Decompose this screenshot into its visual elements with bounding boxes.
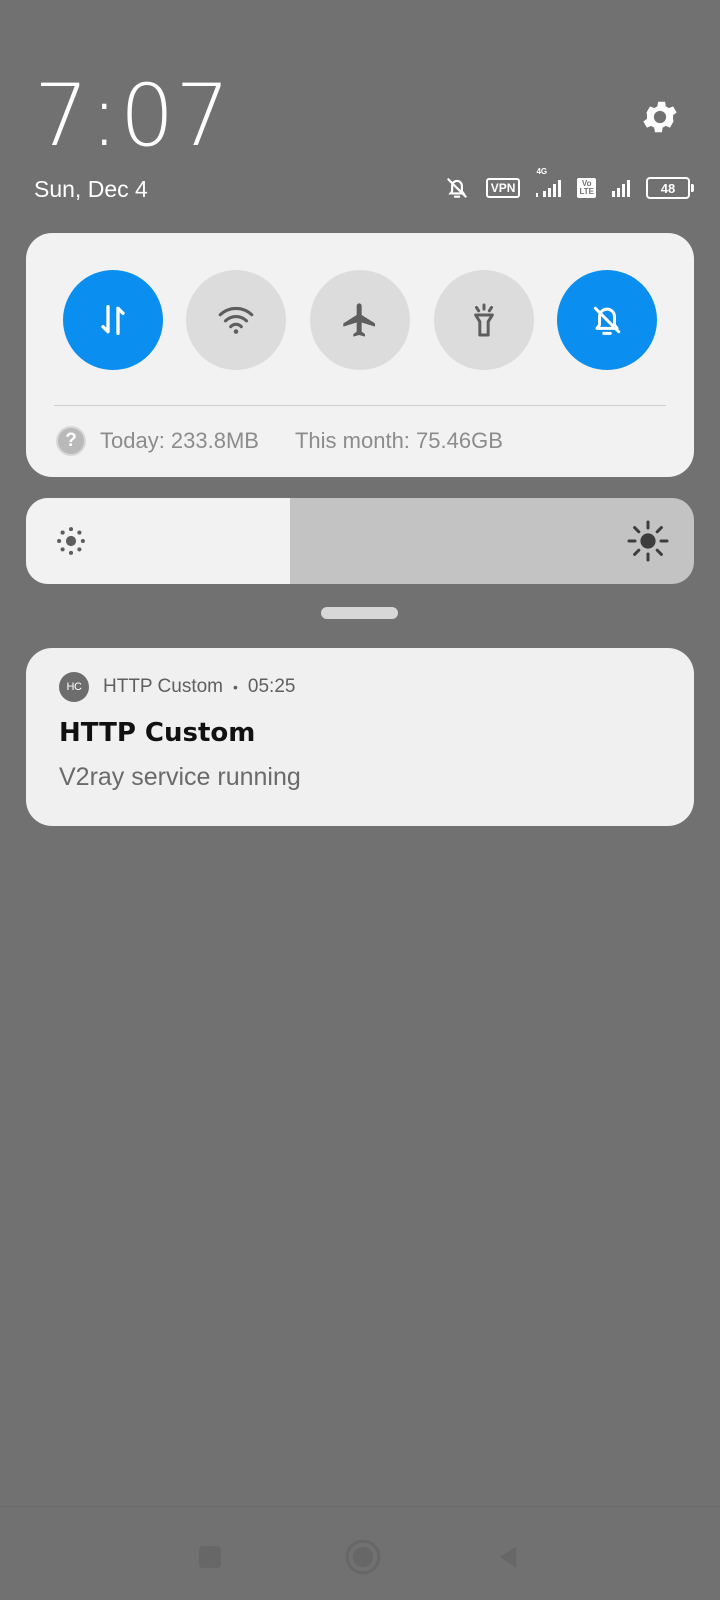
back-triangle-icon [499,1546,517,1568]
clock-date[interactable]: Sun, Dec 4 [34,176,148,203]
notification-card[interactable]: HC HTTP Custom • 05:25 HTTP Custom V2ray… [26,648,694,826]
battery-icon: 48 [646,177,694,199]
tile-silent-mode[interactable] [557,270,657,370]
notification-text: V2ray service running [59,763,301,791]
signal-icon [612,179,630,197]
data-usage-row[interactable]: ? Today: 233.8MB This month: 75.46GB [56,424,503,458]
tile-mobile-data[interactable] [63,270,163,370]
shade-drag-handle[interactable] [321,607,398,619]
volte-icon: Vo LTE [577,178,596,198]
airplane-icon [343,303,375,337]
back-button[interactable] [484,1533,532,1581]
bell-off-icon [447,178,467,198]
circle-icon [345,1539,381,1575]
usage-today: Today: 233.8MB [100,428,259,453]
signal-4g-icon: 4G [536,167,562,197]
brightness-high-icon [627,520,669,562]
vpn-icon: VPN [485,178,521,198]
tile-airplane-mode[interactable] [310,270,410,370]
notification-title: HTTP Custom [59,718,256,748]
quick-settings-panel: ? Today: 233.8MB This month: 75.46GB [26,233,694,477]
flashlight-icon [474,303,494,337]
bell-off-icon [593,306,621,335]
quick-settings-divider [54,405,666,406]
notification-shade: 7:07 Sun, Dec 4 VPN 4G Vo LTE 48 ? Today… [0,0,720,1600]
brightness-low-icon [57,527,85,555]
clock-time[interactable]: 7:07 [34,66,231,166]
home-button[interactable] [334,1528,392,1586]
tile-wifi[interactable] [186,270,286,370]
wifi-icon [218,306,254,334]
tile-flashlight[interactable] [434,270,534,370]
app-icon: HC [59,672,89,702]
usage-month: This month: 75.46GB [294,428,503,453]
notification-time: 05:25 [247,676,296,697]
square-icon [199,1546,221,1568]
brightness-slider[interactable] [26,498,694,584]
notification-header: HC HTTP Custom • 05:25 [59,672,295,702]
gear-icon [643,101,677,133]
settings-button[interactable] [636,93,684,141]
recents-button[interactable] [186,1533,234,1581]
notification-separator: • [233,679,238,695]
network-type-label: 4G [536,167,548,176]
notification-app-name: HTTP Custom [103,676,224,697]
question-icon: ? [56,426,86,456]
navigation-bar [0,1506,720,1600]
status-bar-icons: VPN 4G Vo LTE 48 [444,167,694,202]
battery-level: 48 [660,180,676,196]
data-arrows-icon [101,305,125,335]
